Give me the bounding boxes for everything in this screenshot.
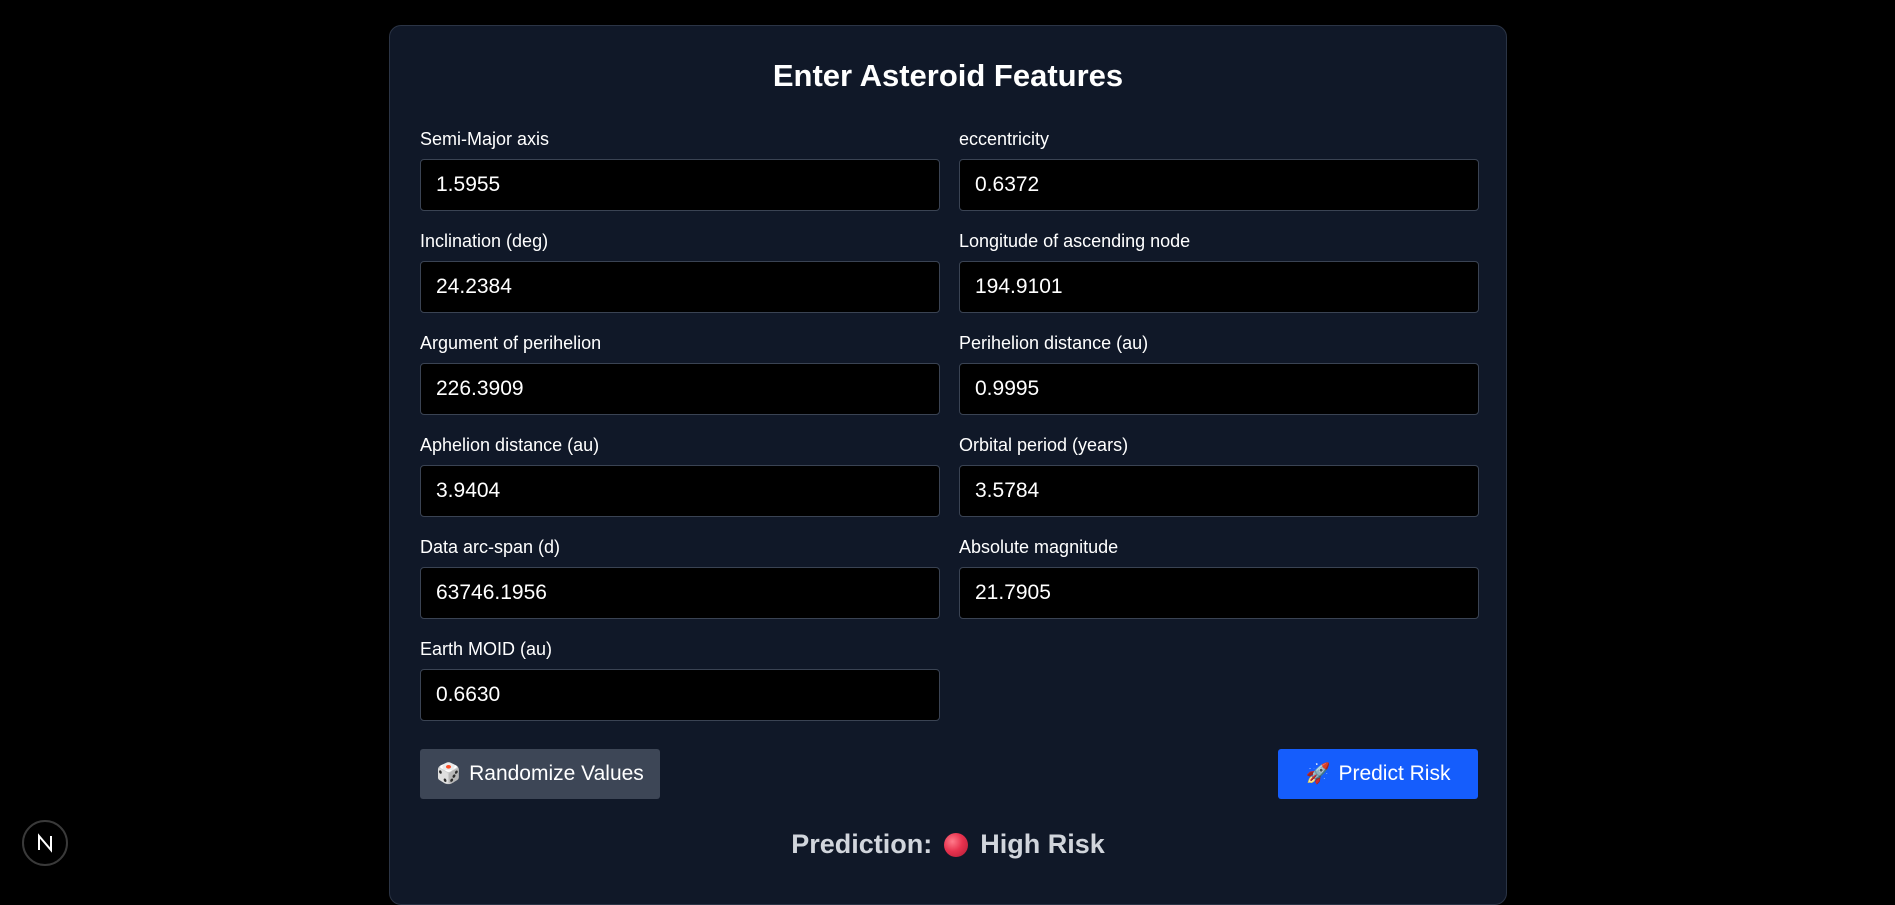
eccentricity-input[interactable] — [959, 159, 1479, 211]
field-label: Semi-Major axis — [420, 129, 550, 149]
field-aphelion-distance: Aphelion distance (au) — [420, 434, 940, 517]
field-label: Perihelion distance (au) — [959, 333, 1149, 353]
orbital-period-input[interactable] — [959, 465, 1479, 517]
rocket-icon: 🚀 — [1305, 763, 1331, 785]
field-label: Data arc-span (d) — [420, 537, 561, 557]
field-argument-of-perihelion: Argument of perihelion — [420, 332, 940, 415]
next-logo-icon[interactable] — [22, 820, 68, 866]
field-eccentricity: eccentricity — [959, 128, 1479, 211]
dice-icon: 🎲 — [436, 763, 462, 785]
prediction-value: High Risk — [980, 829, 1105, 859]
asteroid-form-panel: Enter Asteroid Features Semi-Major axis … — [389, 25, 1507, 905]
data-arc-span-input[interactable] — [420, 567, 940, 619]
longitude-ascending-node-input[interactable] — [959, 261, 1479, 313]
field-orbital-period: Orbital period (years) — [959, 434, 1479, 517]
field-label: Inclination (deg) — [420, 231, 549, 251]
field-earth-moid: Earth MOID (au) — [420, 638, 940, 721]
field-label: Longitude of ascending node — [959, 231, 1191, 251]
field-absolute-magnitude: Absolute magnitude — [959, 536, 1479, 619]
field-label: Orbital period (years) — [959, 435, 1129, 455]
absolute-magnitude-input[interactable] — [959, 567, 1479, 619]
field-label: Earth MOID (au) — [420, 639, 553, 659]
predict-button-label: Predict Risk — [1338, 762, 1451, 785]
argument-of-perihelion-input[interactable] — [420, 363, 940, 415]
semi-major-axis-input[interactable] — [420, 159, 940, 211]
predict-risk-button[interactable]: 🚀 Predict Risk — [1278, 749, 1478, 799]
randomize-button-label: Randomize Values — [469, 762, 644, 785]
field-perihelion-distance: Perihelion distance (au) — [959, 332, 1479, 415]
field-data-arc-span: Data arc-span (d) — [420, 536, 940, 619]
prediction-result: Prediction: High Risk — [390, 829, 1506, 860]
inclination-input[interactable] — [420, 261, 940, 313]
red-circle-icon — [944, 832, 969, 857]
field-inclination: Inclination (deg) — [420, 230, 940, 313]
form-title: Enter Asteroid Features — [772, 58, 1124, 93]
field-label: Absolute magnitude — [959, 537, 1119, 557]
field-label: Argument of perihelion — [420, 333, 602, 353]
randomize-values-button[interactable]: 🎲 Randomize Values — [420, 749, 660, 799]
aphelion-distance-input[interactable] — [420, 465, 940, 517]
field-semi-major-axis: Semi-Major axis — [420, 128, 940, 211]
earth-moid-input[interactable] — [420, 669, 940, 721]
n-letter-icon — [38, 833, 52, 853]
prediction-label: Prediction: — [791, 829, 933, 859]
perihelion-distance-input[interactable] — [959, 363, 1479, 415]
field-longitude-ascending-node: Longitude of ascending node — [959, 230, 1479, 313]
field-label: eccentricity — [959, 129, 1050, 149]
field-label: Aphelion distance (au) — [420, 435, 600, 455]
